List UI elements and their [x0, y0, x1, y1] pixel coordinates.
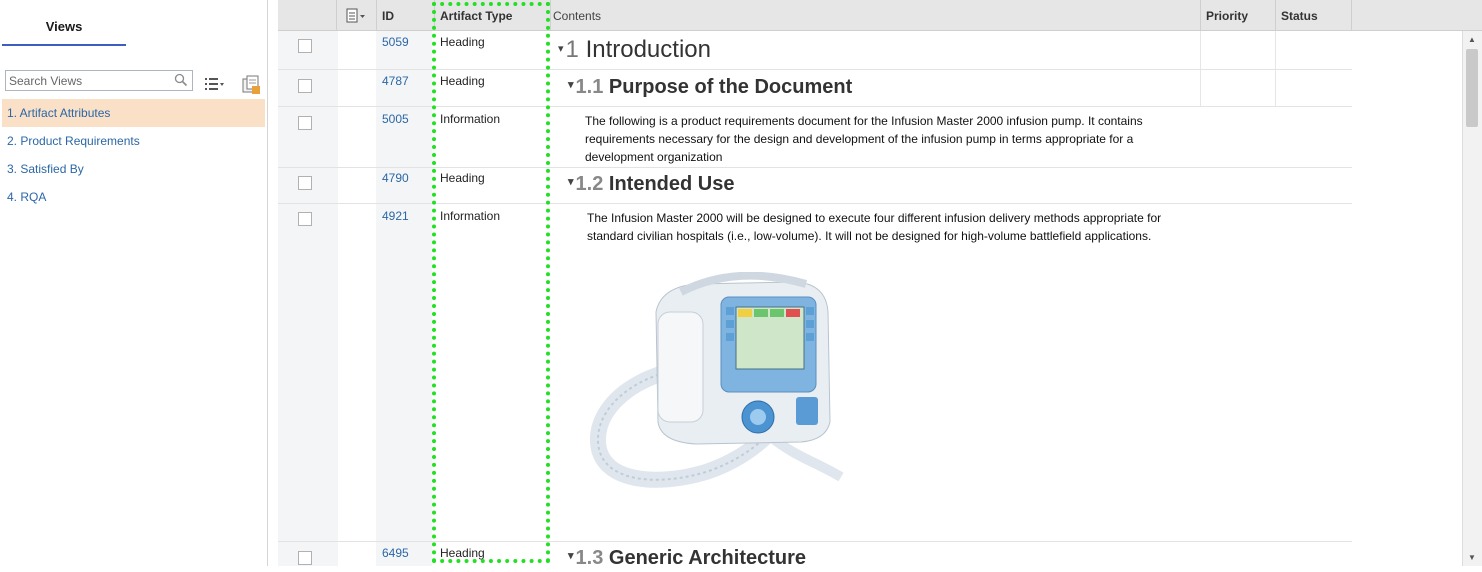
scroll-thumb[interactable] — [1466, 49, 1478, 127]
views-tab[interactable]: Views — [2, 8, 126, 46]
table-row[interactable]: 4787 Heading ▾ 1.1 Purpose of the Documen… — [278, 70, 1352, 107]
scroll-up-icon[interactable]: ▲ — [1468, 35, 1476, 44]
artifact-type: Heading — [440, 171, 485, 185]
collapse-caret-icon[interactable]: ▾ — [558, 43, 564, 55]
search-views-input[interactable] — [6, 71, 172, 90]
header-status[interactable]: Status — [1281, 0, 1318, 31]
artifact-id-link[interactable]: 4790 — [382, 171, 409, 185]
row-checkbox[interactable] — [298, 551, 312, 565]
artifact-type: Heading — [440, 546, 485, 560]
row-checkbox[interactable] — [298, 39, 312, 53]
artifact-id-link[interactable]: 6495 — [382, 546, 409, 560]
artifact-id-link[interactable]: 5005 — [382, 112, 409, 126]
views-panel: Views 1. Artifact Attributes 2. Product … — [0, 0, 268, 566]
artifact-type: Information — [440, 112, 501, 126]
table-row[interactable]: 4790 Heading ▾ 1.2 Intended Use — [278, 168, 1352, 204]
heading-1-2: ▾ 1.2 Intended Use — [568, 173, 735, 195]
header-contents[interactable]: Contents — [553, 0, 601, 31]
views-list: 1. Artifact Attributes 2. Product Requir… — [2, 99, 265, 211]
artifact-type: Information — [440, 209, 501, 223]
artifact-type: Heading — [440, 35, 485, 49]
artifact-id-link[interactable]: 5059 — [382, 35, 409, 49]
new-view-icon[interactable] — [240, 75, 262, 95]
collapse-caret-icon[interactable]: ▾ — [568, 79, 574, 91]
table-row[interactable]: 5059 Heading ▾1 Introduction — [278, 31, 1352, 70]
heading-1-3: ▾ 1.3 Generic Architecture — [568, 547, 807, 569]
view-options-icon[interactable] — [203, 75, 225, 95]
information-text: The following is a product requirements … — [585, 114, 1143, 164]
header-priority[interactable]: Priority — [1206, 0, 1248, 31]
table-row[interactable]: 4921 Information The Infusion Master 200… — [278, 204, 1352, 542]
header-id[interactable]: ID — [382, 0, 394, 31]
row-checkbox[interactable] — [298, 212, 312, 226]
row-checkbox[interactable] — [298, 116, 312, 130]
artifact-id-link[interactable]: 4921 — [382, 209, 409, 223]
search-views-box — [5, 70, 193, 91]
view-item-artifact-attributes[interactable]: 1. Artifact Attributes — [2, 99, 265, 127]
heading-1-1: ▾ 1.1 Purpose of the Document — [568, 76, 853, 98]
view-item-rqa[interactable]: 4. RQA — [2, 183, 265, 211]
search-icon[interactable] — [174, 73, 188, 87]
artifact-type: Heading — [440, 74, 485, 88]
artifact-id-link[interactable]: 4787 — [382, 74, 409, 88]
column-menu-icon[interactable] — [346, 8, 368, 24]
view-item-satisfied-by[interactable]: 3. Satisfied By — [2, 155, 265, 183]
row-checkbox[interactable] — [298, 79, 312, 93]
infusion-pump-image — [590, 272, 844, 488]
header-artifact-type[interactable]: Artifact Type — [440, 0, 512, 31]
vertical-scrollbar[interactable]: ▲ ▼ — [1462, 31, 1482, 566]
row-checkbox[interactable] — [298, 176, 312, 190]
collapse-caret-icon[interactable]: ▾ — [568, 550, 574, 562]
collapse-caret-icon[interactable]: ▾ — [568, 176, 574, 188]
information-text: The Infusion Master 2000 will be designe… — [587, 211, 1162, 243]
scroll-down-icon[interactable]: ▼ — [1468, 553, 1476, 562]
artifact-grid: ID Artifact Type Contents Priority Statu… — [278, 0, 1482, 569]
table-row[interactable]: 5005 Information The following is a prod… — [278, 107, 1352, 168]
table-row[interactable]: 6495 Heading ▾ 1.3 Generic Architecture — [278, 542, 1352, 572]
heading-1: ▾1 Introduction — [558, 36, 711, 63]
grid-header: ID Artifact Type Contents Priority Statu… — [278, 0, 1482, 31]
view-item-product-requirements[interactable]: 2. Product Requirements — [2, 127, 265, 155]
